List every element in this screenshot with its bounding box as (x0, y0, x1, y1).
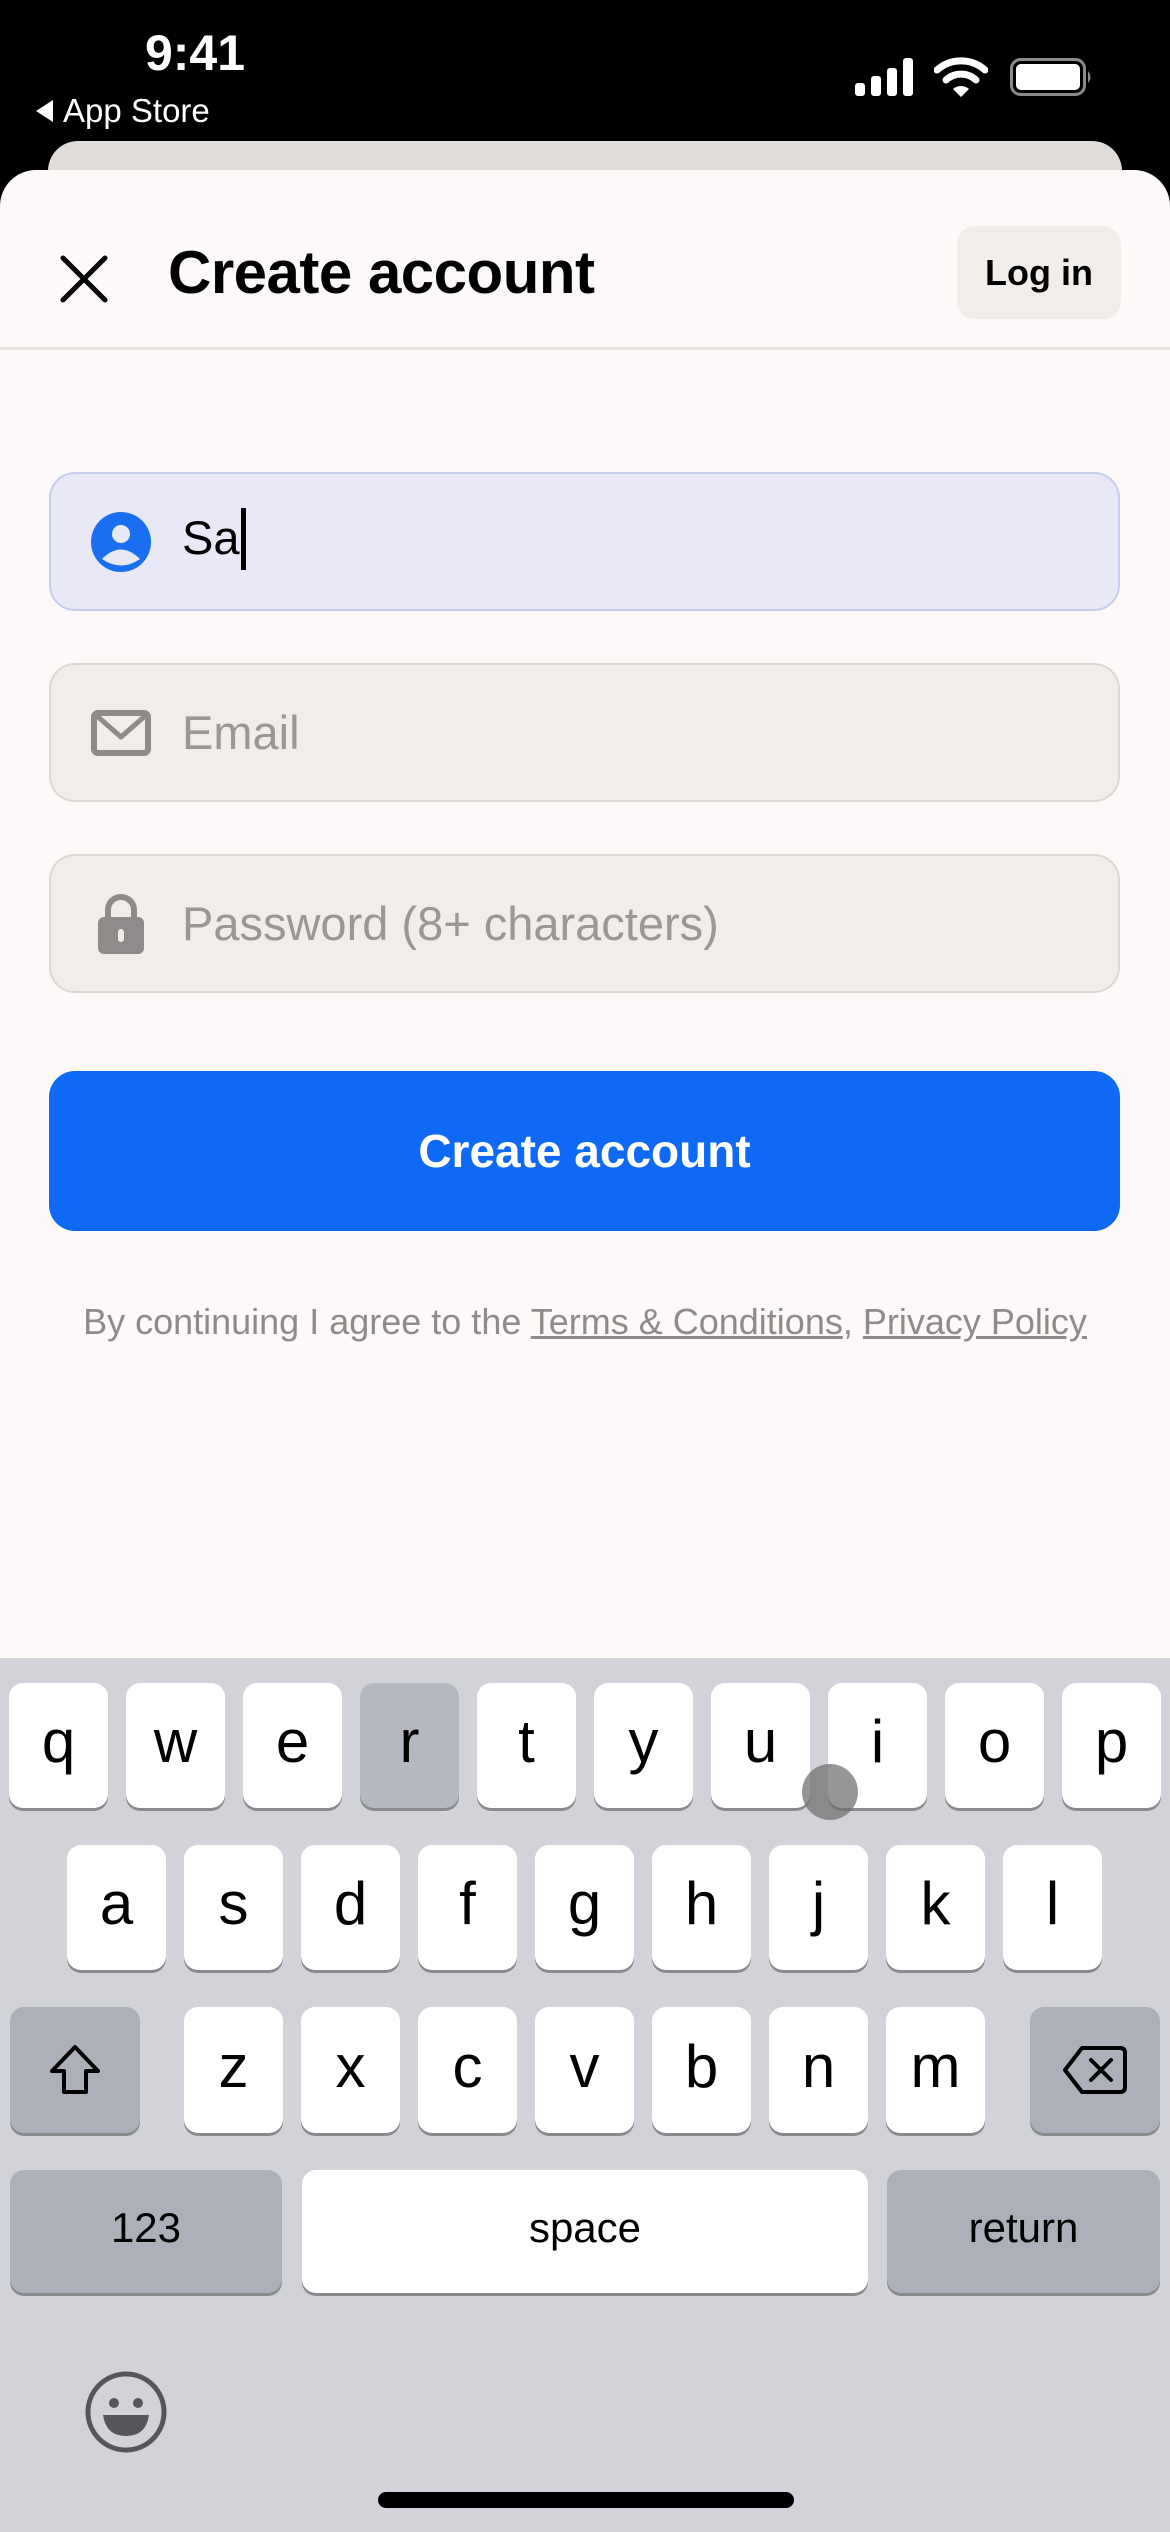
return-key[interactable]: return (887, 2170, 1160, 2293)
key-label: y (628, 1708, 659, 1775)
key-label: m (910, 2032, 961, 2100)
touch-indicator (802, 1764, 858, 1820)
key-label: k (920, 1870, 951, 1937)
key-x[interactable]: x (301, 2007, 400, 2133)
name-field[interactable]: Sa (49, 472, 1120, 611)
key-a[interactable]: a (67, 1845, 166, 1970)
terms-prefix: By continuing I agree to the (83, 1301, 531, 1342)
back-to-app-store-link[interactable]: App Store (36, 92, 210, 130)
cellular-signal-icon (855, 58, 913, 96)
text-caret (240, 507, 246, 570)
key-q[interactable]: q (9, 1683, 108, 1808)
key-s[interactable]: s (184, 1845, 283, 1970)
key-t[interactable]: t (477, 1683, 576, 1808)
key-label: j (811, 1870, 826, 1937)
home-indicator[interactable] (378, 2492, 794, 2508)
key-v[interactable]: v (535, 2007, 634, 2133)
key-label: o (977, 1708, 1012, 1775)
page-title: Create account (168, 239, 595, 306)
key-label: p (1094, 1708, 1129, 1775)
shift-icon (50, 2045, 100, 2094)
key-h[interactable]: h (652, 1845, 751, 1970)
key-m[interactable]: m (886, 2007, 985, 2133)
key-label: r (399, 1708, 420, 1775)
close-icon (60, 255, 108, 303)
key-label: b (684, 2032, 719, 2100)
key-n[interactable]: n (769, 2007, 868, 2133)
key-k[interactable]: k (886, 1845, 985, 1970)
key-label: q (41, 1708, 76, 1775)
back-app-label: App Store (63, 92, 210, 129)
key-c[interactable]: c (418, 2007, 517, 2133)
key-b[interactable]: b (652, 2007, 751, 2133)
status-time: 9:41 (144, 25, 246, 81)
key-label: h (684, 1870, 719, 1937)
email-placeholder: Email (182, 706, 300, 759)
return-key-label: return (968, 2203, 1079, 2251)
key-label: s (218, 1870, 249, 1937)
numbers-key[interactable]: 123 (10, 2170, 282, 2293)
key-d[interactable]: d (301, 1845, 400, 1970)
key-f[interactable]: f (418, 1845, 517, 1970)
wifi-icon (934, 57, 988, 97)
emoji-button[interactable] (84, 2370, 168, 2454)
close-button[interactable] (50, 242, 118, 316)
key-r[interactable]: r (360, 1683, 459, 1808)
backspace-icon (1063, 2046, 1127, 2094)
key-o[interactable]: o (945, 1683, 1044, 1808)
key-label: d (333, 1870, 368, 1937)
terms-separator: , (842, 1301, 863, 1342)
key-label: l (1045, 1870, 1060, 1937)
email-field[interactable]: Email (49, 663, 1120, 802)
log-in-button[interactable]: Log in (957, 226, 1121, 319)
name-input-value: Sa (182, 507, 246, 573)
password-placeholder: Password (8+ characters) (182, 897, 719, 950)
key-l[interactable]: l (1003, 1845, 1102, 1970)
shift-key[interactable] (10, 2007, 140, 2133)
create-account-button[interactable]: Create account (49, 1071, 1120, 1231)
key-label: v (569, 2032, 600, 2100)
person-circle-icon (91, 474, 151, 609)
space-key[interactable]: space (302, 2170, 868, 2293)
numbers-key-label: 123 (110, 2203, 182, 2251)
space-key-label: space (528, 2203, 642, 2251)
key-z[interactable]: z (184, 2007, 283, 2133)
lock-icon (91, 856, 151, 991)
key-label: n (801, 2032, 836, 2100)
battery-icon (1010, 58, 1091, 96)
privacy-policy-link[interactable]: Privacy Policy (863, 1301, 1087, 1342)
key-label: x (335, 2032, 366, 2100)
key-u[interactable]: u (711, 1683, 810, 1808)
key-label: u (743, 1708, 778, 1775)
key-label: i (870, 1708, 885, 1775)
key-label: w (153, 1708, 198, 1775)
key-label: e (275, 1708, 310, 1775)
key-label: c (452, 2032, 483, 2100)
terms-conditions-link[interactable]: Terms & Conditions (531, 1301, 843, 1342)
key-y[interactable]: y (594, 1683, 693, 1808)
password-field[interactable]: Password (8+ characters) (49, 854, 1120, 993)
emoji-icon (85, 2371, 167, 2453)
key-j[interactable]: j (769, 1845, 868, 1970)
key-w[interactable]: w (126, 1683, 225, 1808)
backspace-key[interactable] (1030, 2007, 1160, 2133)
key-label: z (218, 2032, 249, 2100)
key-label: f (459, 1870, 476, 1937)
key-label: t (518, 1708, 535, 1775)
header-divider (0, 347, 1170, 350)
key-e[interactable]: e (243, 1683, 342, 1808)
key-label: g (567, 1870, 602, 1937)
envelope-icon (91, 665, 151, 800)
back-triangle-icon (36, 100, 53, 122)
key-g[interactable]: g (535, 1845, 634, 1970)
key-p[interactable]: p (1062, 1683, 1161, 1808)
key-label: a (99, 1870, 134, 1937)
terms-notice: By continuing I agree to the Terms & Con… (80, 1300, 1090, 1344)
